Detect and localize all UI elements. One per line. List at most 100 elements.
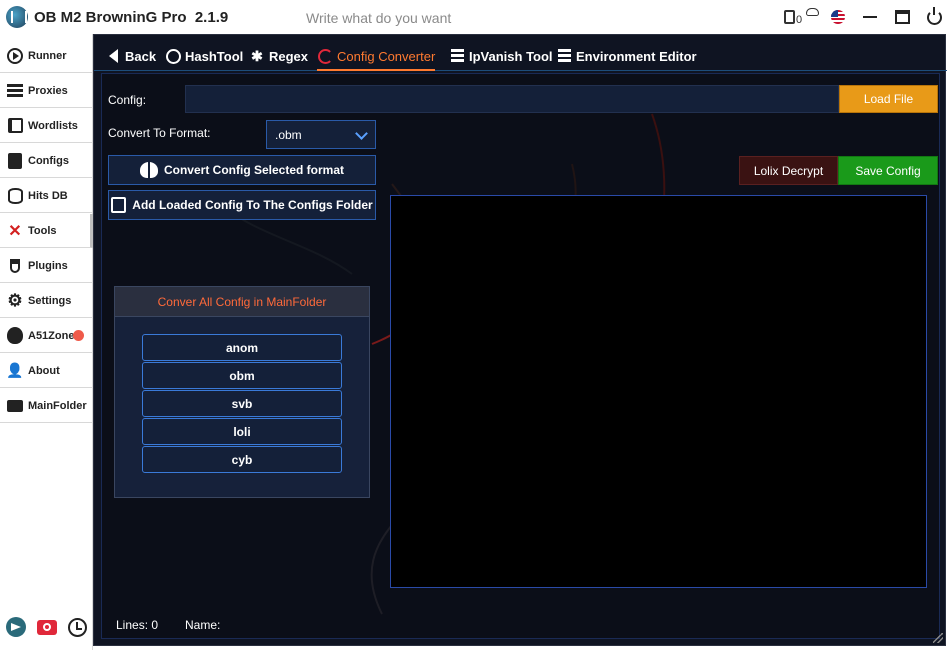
tab-label: HashTool — [185, 48, 244, 64]
convert-format-label: Convert To Format: — [108, 126, 211, 140]
close-button[interactable] — [918, 0, 950, 34]
sidebar-item-configs[interactable]: Configs — [0, 144, 93, 178]
language-button[interactable] — [822, 0, 854, 34]
sidebar-item-label: Hits DB — [28, 189, 68, 202]
sidebar: Runner Proxies Wordlists Configs Hits DB… — [0, 34, 93, 650]
maximize-icon — [894, 10, 910, 24]
format-select[interactable]: .obm — [266, 120, 376, 149]
format-button-obm[interactable]: obm — [142, 362, 342, 389]
tab-hashtool[interactable]: HashTool — [165, 45, 243, 67]
regex-icon: ✱ — [251, 47, 263, 64]
sidebar-item-mainfolder[interactable]: MainFolder — [0, 389, 93, 423]
sidebar-footer — [0, 612, 93, 642]
add-loaded-config-label: Add Loaded Config To The Configs Folder — [132, 198, 373, 212]
sidebar-item-hits-db[interactable]: Hits DB — [0, 179, 93, 213]
tab-config-converter[interactable]: Config Converter — [317, 45, 436, 71]
list-icon — [449, 48, 465, 64]
config-path-input[interactable] — [185, 85, 839, 113]
tab-regex[interactable]: ✱ Regex — [249, 45, 308, 67]
resize-grip[interactable] — [933, 633, 943, 643]
tab-label: IpVanish Tool — [469, 48, 553, 64]
sidebar-item-wordlists[interactable]: Wordlists — [0, 109, 93, 143]
app-logo-icon — [6, 6, 28, 28]
name-status: Name: — [185, 618, 220, 632]
play-circle-icon — [6, 47, 24, 65]
name-label: Name: — [185, 618, 221, 632]
title-bar-controls: 0 — [776, 0, 950, 34]
title-bar: OB M2 BrowninG Pro 2.1.9 Write what do y… — [0, 0, 950, 34]
cloud-icon — [805, 8, 819, 16]
user-question-icon: 👤 — [6, 362, 24, 378]
lolix-decrypt-button[interactable]: Lolix Decrypt — [739, 156, 838, 185]
database-icon — [6, 187, 24, 205]
tab-ipvanish-tool[interactable]: IpVanish Tool — [449, 45, 553, 67]
alien-icon — [6, 327, 24, 345]
back-arrow-icon — [105, 48, 121, 64]
tool-tabs: Back HashTool ✱ Regex Config Converter I… — [94, 35, 947, 71]
converter-content: Config: Load File Convert To Format: .ob… — [101, 73, 940, 639]
group-title: Conver All Config in MainFolder — [115, 287, 369, 317]
lines-label: Lines: — [116, 618, 149, 632]
tools-icon: ✕ — [8, 222, 22, 240]
format-select-value: .obm — [275, 127, 302, 142]
folder-add-icon — [111, 197, 127, 213]
telegram-icon[interactable] — [5, 617, 26, 637]
sidebar-item-proxies[interactable]: Proxies — [0, 74, 93, 108]
sidebar-item-a51zone[interactable]: A51Zone — [0, 319, 93, 353]
notifications-button[interactable]: 0 — [776, 0, 802, 34]
server-list-icon — [6, 82, 24, 100]
lines-status: Lines: 0 — [116, 618, 158, 632]
sidebar-item-tools[interactable]: ✕ Tools — [0, 214, 93, 248]
tab-label: Back — [125, 48, 157, 64]
sidebar-item-label: A51Zone — [28, 329, 75, 342]
add-loaded-config-button[interactable]: Add Loaded Config To The Configs Folder — [108, 190, 376, 220]
document-icon — [783, 10, 795, 24]
sidebar-item-label: Plugins — [28, 259, 68, 272]
format-button-svb[interactable]: svb — [142, 390, 342, 417]
lines-value: 0 — [151, 618, 159, 632]
config-label: Config: — [108, 93, 147, 107]
format-button-anom[interactable]: anom — [142, 334, 342, 361]
config-icon — [6, 152, 24, 170]
chevron-down-icon — [355, 127, 368, 140]
save-config-button[interactable]: Save Config — [838, 156, 938, 185]
minimize-button[interactable] — [854, 0, 886, 34]
camera-icon[interactable] — [36, 619, 57, 635]
sidebar-item-label: About — [28, 364, 60, 377]
minimize-icon — [863, 16, 877, 18]
tab-back[interactable]: Back — [105, 45, 156, 67]
sidebar-item-label: MainFolder — [28, 399, 87, 412]
convert-config-label: Convert Config Selected format — [163, 163, 345, 177]
tab-label: Config Converter — [337, 48, 436, 64]
sidebar-item-settings[interactable]: ⚙ Settings — [0, 284, 93, 318]
config-editor[interactable] — [390, 195, 927, 588]
format-button-loli[interactable]: loli — [142, 418, 342, 445]
sidebar-item-label: Settings — [28, 294, 72, 307]
lungs-icon — [139, 162, 158, 178]
search-input[interactable]: Write what do you want — [306, 10, 451, 26]
gear-icon: ⚙ — [7, 290, 23, 310]
tab-environment-editor[interactable]: Environment Editor — [556, 45, 697, 67]
folder-icon — [6, 397, 24, 415]
app-title: OB M2 BrowninG Pro 2.1.9 — [34, 9, 229, 26]
sidebar-item-label: Configs — [28, 154, 69, 167]
sidebar-item-label: Proxies — [28, 84, 68, 97]
us-flag-icon — [831, 10, 845, 24]
maximize-button[interactable] — [886, 0, 918, 34]
load-file-button[interactable]: Load File — [839, 85, 938, 113]
list-icon — [556, 48, 572, 64]
sidebar-item-runner[interactable]: Runner — [0, 39, 93, 73]
convert-config-button[interactable]: Convert Config Selected format — [108, 155, 376, 185]
sidebar-item-about[interactable]: 👤 About — [0, 354, 93, 388]
history-icon[interactable] — [68, 617, 88, 637]
format-button-cyb[interactable]: cyb — [142, 446, 342, 473]
main-panel: Back HashTool ✱ Regex Config Converter I… — [93, 34, 947, 646]
cloud-update-button[interactable] — [802, 0, 822, 34]
book-icon — [6, 117, 24, 135]
tab-label: Regex — [269, 48, 309, 64]
notification-dot — [73, 330, 84, 341]
sidebar-item-plugins[interactable]: Plugins — [0, 249, 93, 283]
sidebar-item-label: Wordlists — [28, 119, 78, 132]
crosshair-icon — [165, 48, 181, 64]
convert-all-group: Conver All Config in MainFolder anom obm… — [114, 286, 370, 498]
